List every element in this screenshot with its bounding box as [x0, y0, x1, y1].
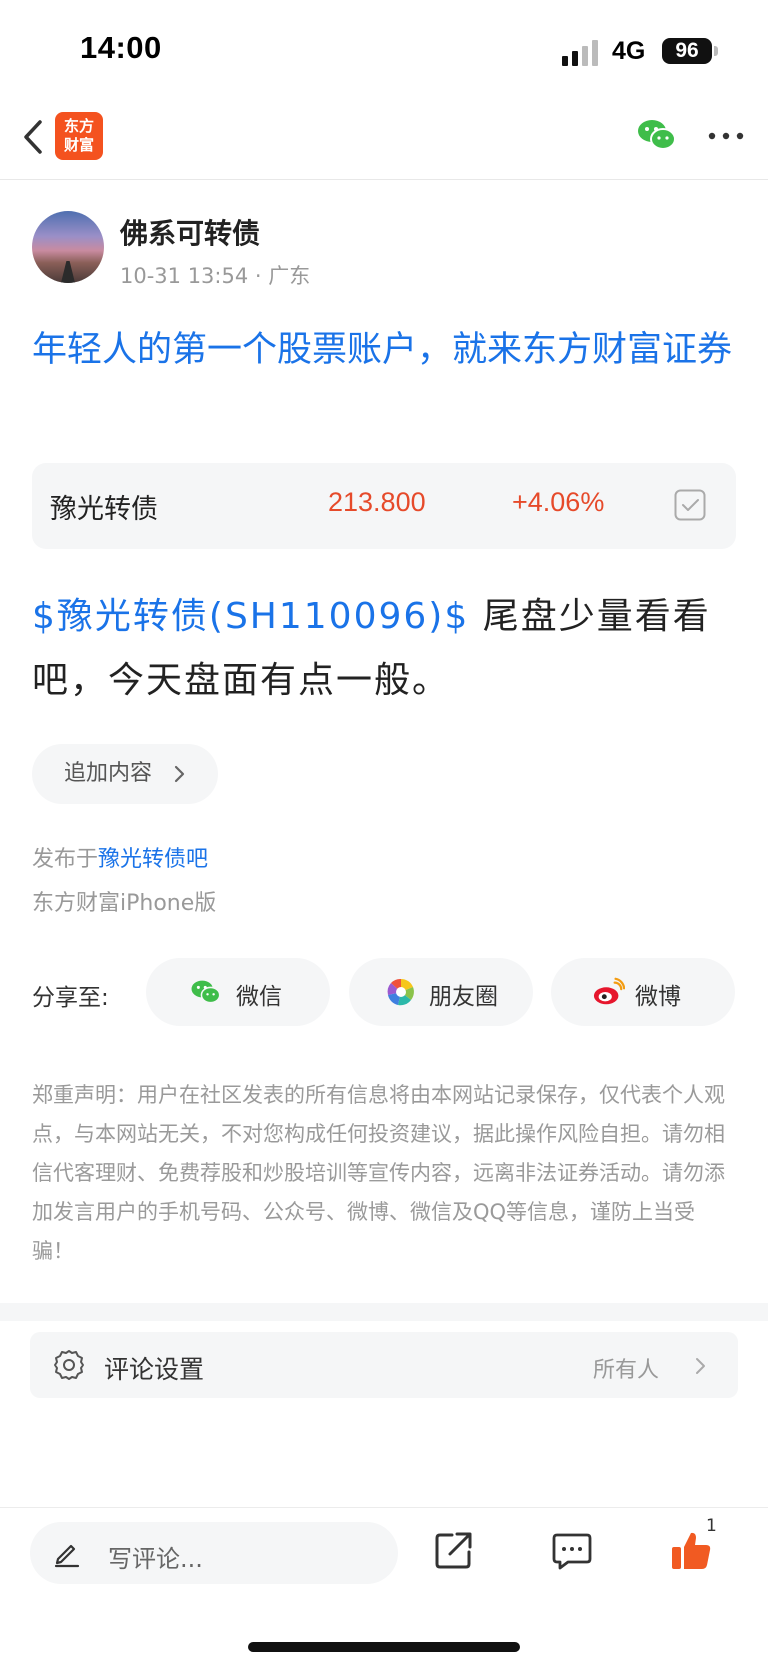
battery-cap	[714, 46, 718, 56]
forum-link[interactable]: 豫光转债吧	[98, 847, 208, 872]
like-count: 1	[706, 1516, 717, 1536]
logo-line-2: 财富	[63, 136, 94, 154]
app-logo[interactable]: 东方 财富	[55, 112, 103, 160]
message-icon[interactable]	[552, 1532, 592, 1570]
client-label: 东方财富iPhone版	[32, 891, 217, 916]
gear-icon	[54, 1350, 84, 1380]
post-title[interactable]: 年轻人的第一个股票账户，就来东方财富证券	[32, 323, 732, 378]
publish-prefix: 发布于	[32, 847, 99, 872]
chevron-right-icon	[696, 1358, 705, 1374]
moments-icon	[387, 978, 414, 1006]
battery-icon: 96	[662, 38, 712, 64]
share-weibo-label: 微博	[635, 984, 681, 1010]
stock-tag-link[interactable]: $豫光转债(SH110096)$	[32, 596, 469, 637]
bottom-bar: 写评论... 1	[0, 1507, 768, 1663]
chevron-right-icon	[174, 765, 185, 783]
comment-settings-label: 评论设置	[104, 1355, 205, 1384]
add-watchlist-checkbox-icon[interactable]	[674, 489, 706, 521]
wechat-icon	[191, 980, 221, 1004]
author-name[interactable]: 佛系可转债	[120, 212, 260, 252]
network-label: 4G	[612, 37, 646, 65]
stock-name: 豫光转债	[50, 494, 158, 525]
home-indicator	[248, 1642, 520, 1652]
share-wechat-label: 微信	[236, 984, 282, 1010]
more-icon[interactable]	[706, 128, 746, 144]
publish-line: 发布于豫光转债吧	[32, 841, 208, 873]
avatar[interactable]	[32, 211, 104, 283]
share-wechat-button[interactable]: 微信	[146, 958, 330, 1026]
back-icon[interactable]	[14, 114, 54, 160]
pencil-icon	[54, 1544, 80, 1568]
share-moments-button[interactable]: 朋友圈	[349, 958, 533, 1026]
avatar-road	[60, 261, 76, 283]
post-body: $豫光转债(SH110096)$ 尾盘少量看看吧，今天盘面有点一般。	[32, 585, 744, 713]
add-content-button[interactable]: 追加内容	[32, 744, 218, 804]
add-content-label: 追加内容	[64, 761, 153, 786]
share-out-icon[interactable]	[434, 1530, 474, 1570]
stock-change: +4.06%	[512, 487, 605, 517]
status-bar: 14:00 4G 96	[0, 0, 768, 100]
logo-line-1: 东方	[63, 117, 94, 135]
wechat-icon[interactable]	[636, 117, 678, 153]
section-divider	[0, 1303, 768, 1321]
comment-settings-value: 所有人	[593, 1358, 660, 1383]
comment-placeholder: 写评论...	[108, 1545, 203, 1573]
stock-price: 213.800	[328, 487, 426, 517]
signal-icon	[562, 40, 598, 66]
status-time: 14:00	[80, 30, 162, 65]
stock-card[interactable]: 豫光转债 213.800 +4.06%	[32, 463, 736, 549]
share-label: 分享至:	[32, 985, 109, 1011]
comment-settings-row[interactable]: 评论设置 所有人	[30, 1332, 738, 1398]
weibo-icon	[593, 977, 625, 1005]
share-moments-label: 朋友圈	[429, 984, 498, 1010]
nav-bar: 东方 财富	[0, 100, 768, 180]
comment-input[interactable]: 写评论...	[30, 1522, 398, 1584]
post-meta: 10-31 13:54 · 广东	[120, 264, 311, 288]
disclaimer: 郑重声明：用户在社区发表的所有信息将由本网站记录保存，仅代表个人观点，与本网站无…	[32, 1083, 725, 1263]
share-weibo-button[interactable]: 微博	[551, 958, 735, 1026]
thumbs-up-icon[interactable]	[670, 1530, 712, 1572]
